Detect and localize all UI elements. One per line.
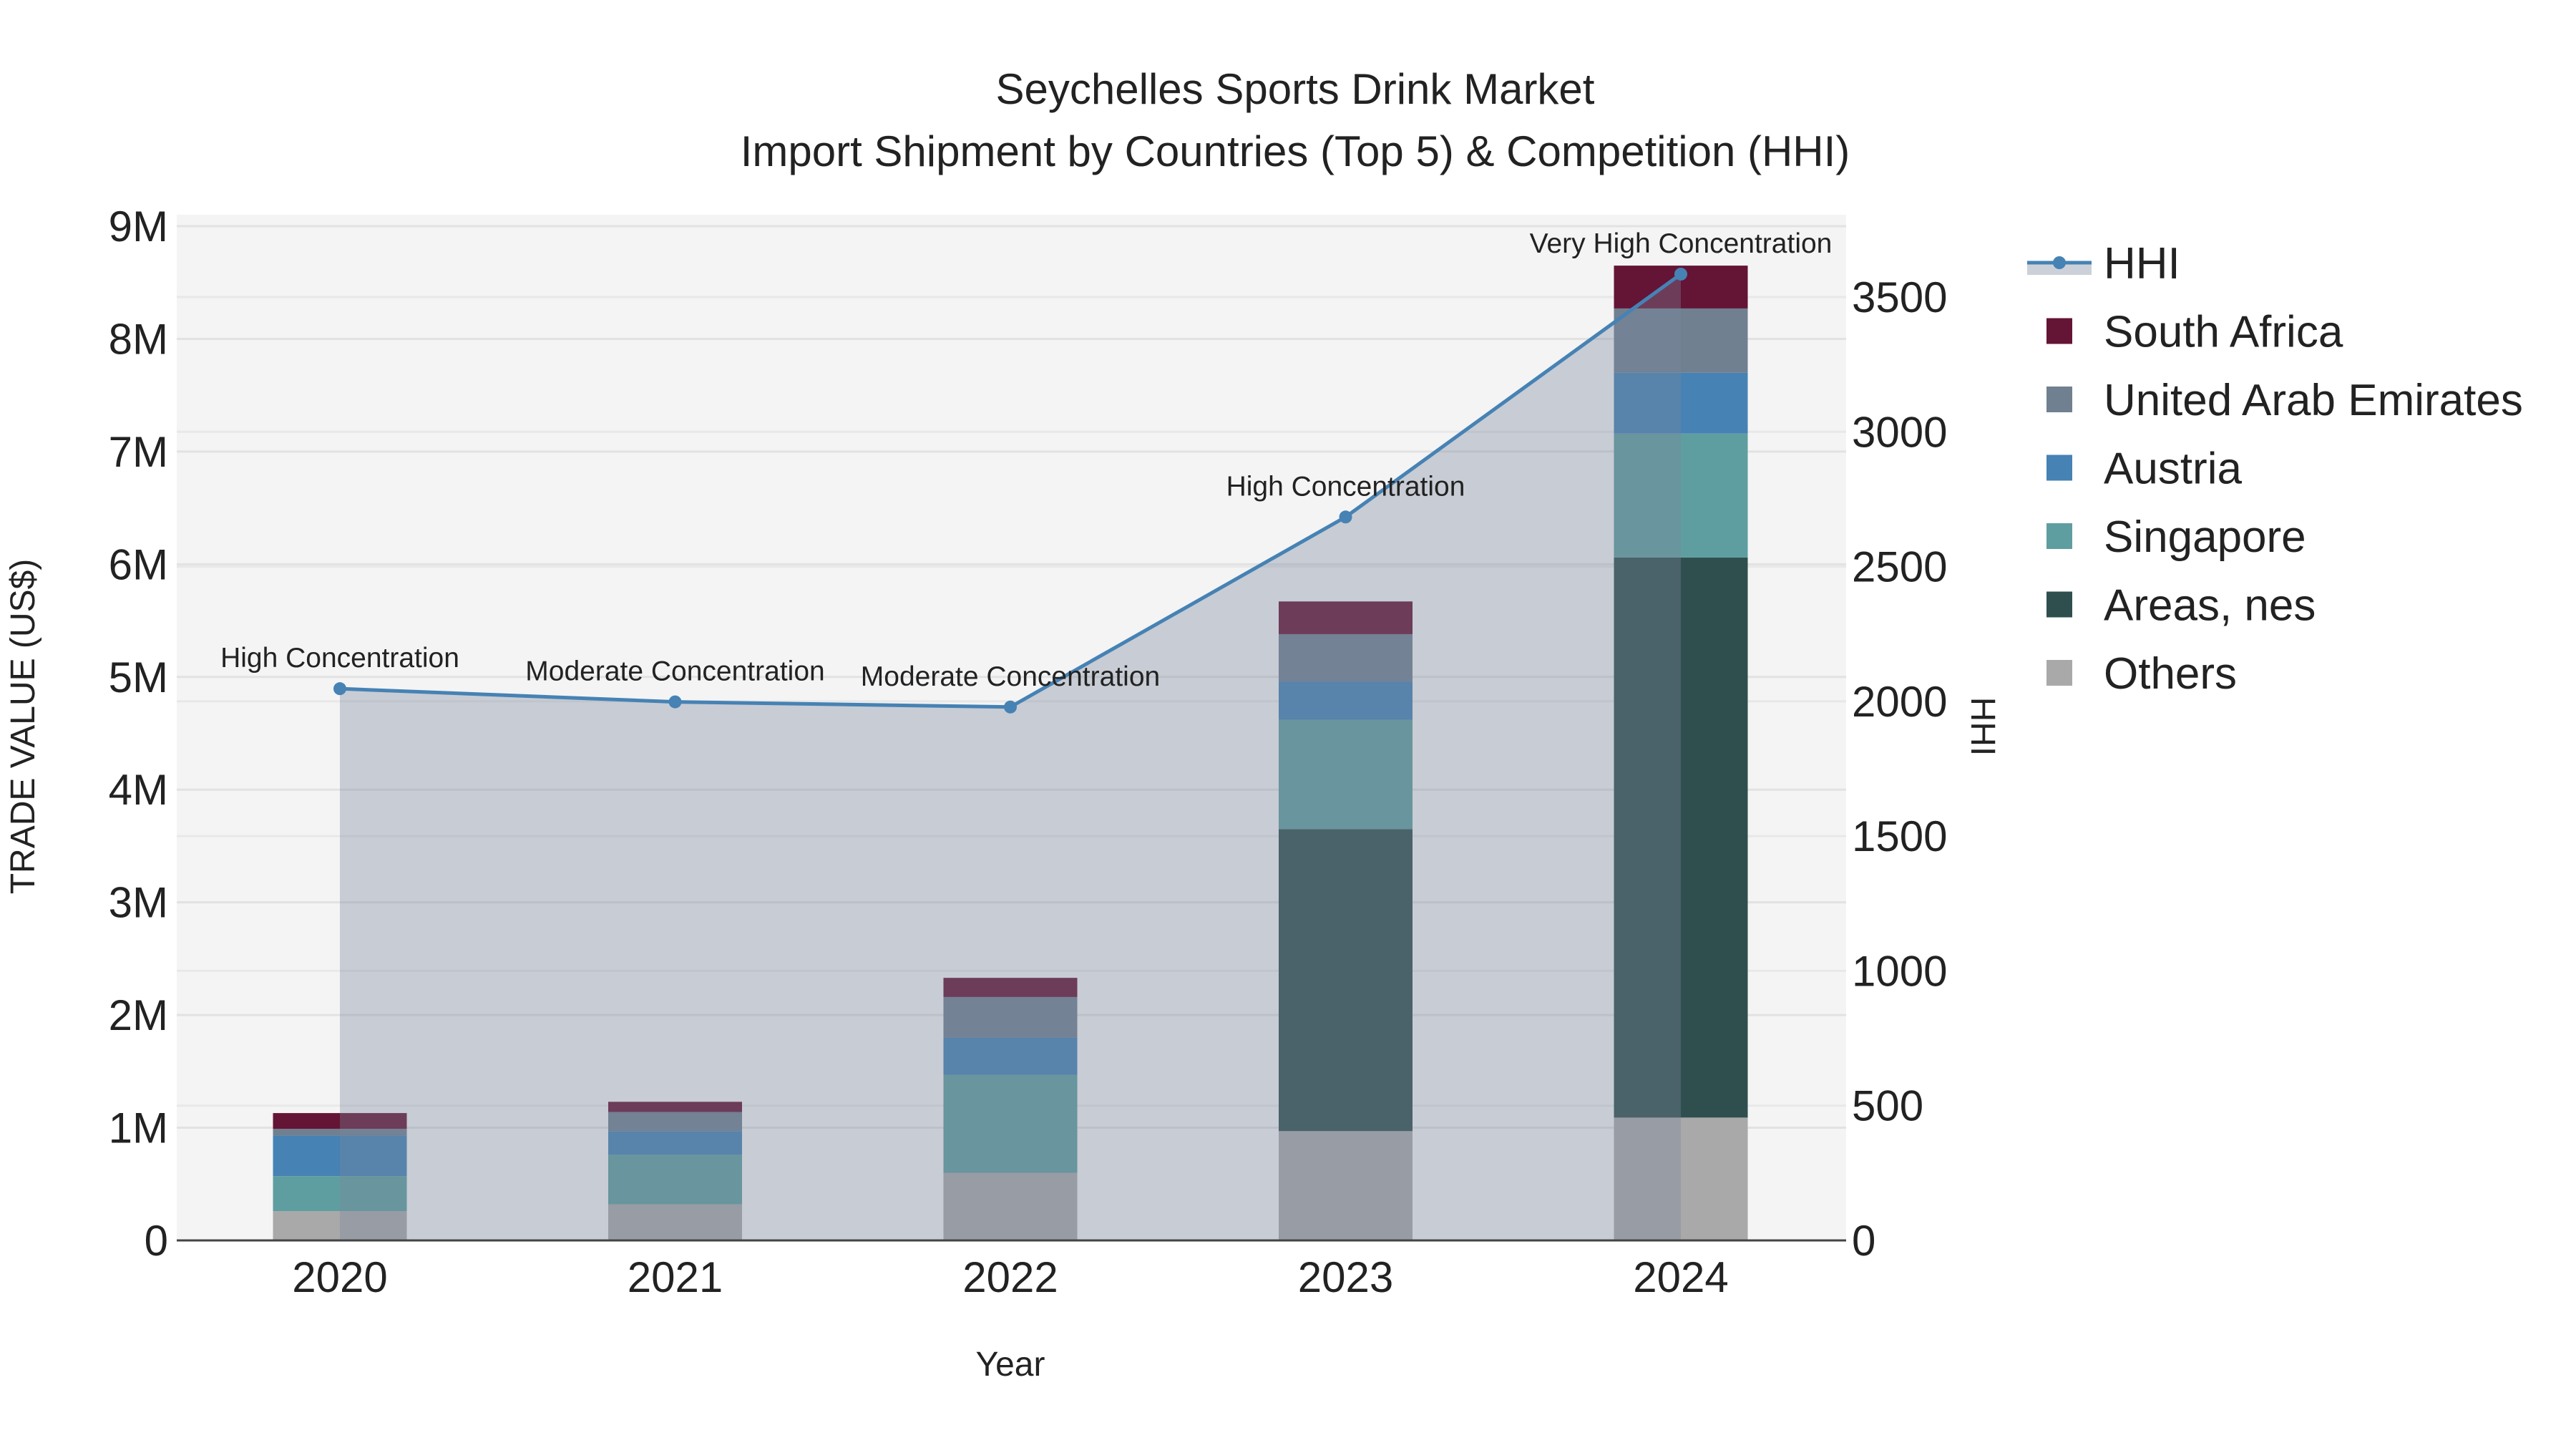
y-tick-label: 6M [109, 540, 168, 588]
y-tick-label: 2M [109, 991, 168, 1039]
legend-label: Singapore [2104, 512, 2306, 562]
x-tick-label: 2022 [962, 1253, 1058, 1301]
y2-axis-title: HHI [1963, 697, 2001, 757]
y-tick-label: 4M [109, 766, 168, 814]
y-tick-label: 1M [109, 1104, 168, 1152]
legend-label: United Arab Emirates [2104, 376, 2523, 425]
y2-tick-label: 500 [1852, 1082, 1923, 1130]
legend-label: South Africa [2104, 308, 2343, 357]
hhi-annotation: Very High Concentration [1530, 228, 1833, 259]
legend-swatch [2046, 591, 2072, 618]
y-tick-label: 9M [109, 203, 168, 251]
y2-tick-label: 2500 [1852, 543, 1947, 591]
hhi-annotation: Moderate Concentration [861, 661, 1160, 692]
legend-swatch [2046, 523, 2072, 549]
chart-subtitle: Import Shipment by Countries (Top 5) & C… [741, 127, 1850, 175]
legend-swatch-hhi-marker [2053, 256, 2066, 269]
chart: 0 1M 2M 3M 4M 5M 6M 7M 8M 9M 0 500 1000 1500 2000 2500… [4, 65, 2523, 1384]
x-tick-label: 2021 [628, 1253, 723, 1301]
y2-tick-label: 1000 [1852, 947, 1947, 995]
y-axis-title: TRADE VALUE (US$) [4, 559, 42, 895]
legend-swatch [2046, 318, 2072, 344]
y-axis-ticks: 0 1M 2M 3M 4M 5M 6M 7M 8M 9M [109, 203, 168, 1265]
y-tick-label: 8M [109, 315, 168, 363]
legend-item-hhi: HHI [2027, 239, 2180, 288]
legend-label: Areas, nes [2104, 581, 2316, 631]
legend-item-areas-nes: Areas, nes [2046, 581, 2316, 631]
y2-tick-label: 0 [1852, 1217, 1875, 1265]
x-tick-label: 2024 [1633, 1253, 1728, 1301]
x-tick-label: 2023 [1298, 1253, 1393, 1301]
hhi-point-2022 [1004, 700, 1017, 714]
y2-tick-label: 3000 [1852, 408, 1947, 456]
y2-tick-label: 1500 [1852, 812, 1947, 860]
legend-swatch [2046, 455, 2072, 481]
hhi-point-2020 [333, 682, 346, 696]
y-tick-label: 0 [145, 1217, 168, 1265]
x-axis-title: Year [976, 1346, 1045, 1384]
x-axis-ticks: 2020 2021 2022 2023 2024 [292, 1253, 1728, 1301]
legend: HHI South Africa United Arab Emirates Austr… [2027, 239, 2523, 699]
y-tick-label: 3M [109, 879, 168, 927]
hhi-point-2021 [668, 695, 682, 709]
legend-swatch [2046, 660, 2072, 686]
chart-title: Seychelles Sports Drink Market [996, 65, 1595, 113]
legend-swatch [2046, 387, 2072, 412]
legend-item-others: Others [2046, 649, 2237, 699]
legend-item-austria: Austria [2046, 444, 2242, 494]
legend-label: HHI [2104, 239, 2180, 288]
y-tick-label: 5M [109, 653, 168, 701]
hhi-point-2023 [1339, 510, 1352, 524]
y-tick-label: 7M [109, 428, 168, 476]
y2-axis-ticks: 0 500 1000 1500 2000 2500 3000 3500 [1852, 273, 1947, 1265]
legend-item-united-arab-emirates: United Arab Emirates [2046, 376, 2523, 425]
legend-label: Others [2104, 649, 2237, 699]
hhi-point-2024 [1674, 267, 1687, 281]
legend-item-south-africa: South Africa [2046, 308, 2343, 357]
hhi-annotation: Moderate Concentration [525, 656, 824, 687]
y2-tick-label: 3500 [1852, 273, 1947, 321]
legend-label: Austria [2104, 444, 2242, 494]
hhi-annotation: High Concentration [220, 643, 459, 674]
y2-tick-label: 2000 [1852, 678, 1947, 726]
hhi-annotation: High Concentration [1226, 471, 1465, 502]
x-tick-label: 2020 [292, 1253, 387, 1301]
legend-item-singapore: Singapore [2046, 512, 2306, 562]
